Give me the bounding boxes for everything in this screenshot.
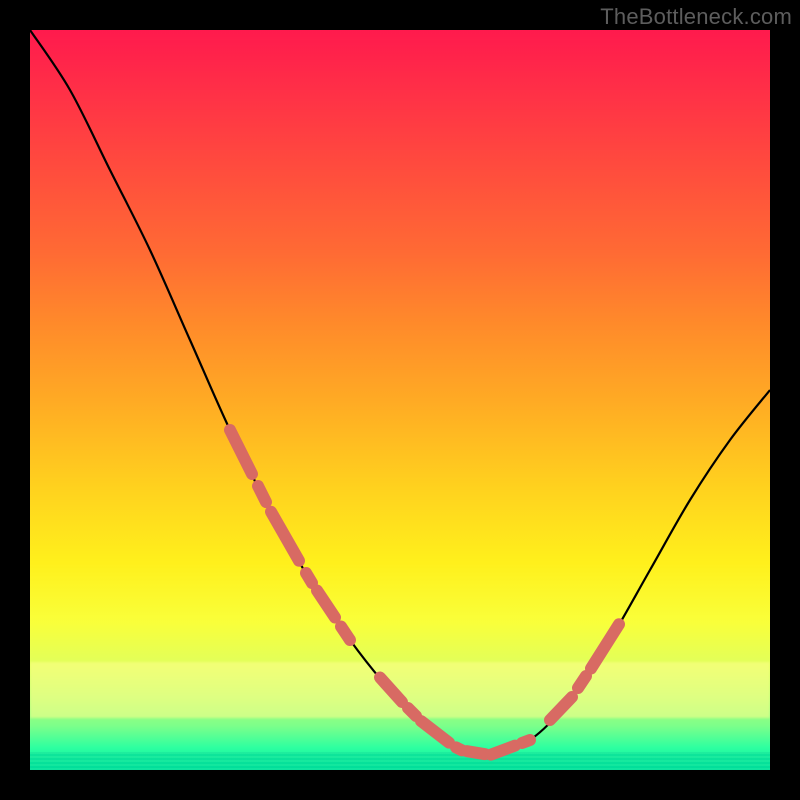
bottleneck-curve-svg bbox=[30, 30, 770, 770]
highlight-dash bbox=[522, 740, 530, 743]
highlight-dash bbox=[306, 573, 312, 583]
highlight-dash bbox=[230, 430, 252, 474]
highlight-dash bbox=[456, 747, 462, 750]
highlight-dots-group bbox=[230, 430, 619, 755]
highlight-dash bbox=[591, 624, 619, 668]
plot-area bbox=[30, 30, 770, 770]
highlight-dash bbox=[421, 721, 449, 743]
highlight-dash bbox=[491, 746, 515, 755]
highlight-dash bbox=[271, 512, 299, 561]
highlight-dash bbox=[467, 751, 485, 754]
bottleneck-curve bbox=[30, 30, 770, 756]
highlight-dash bbox=[258, 486, 266, 502]
highlight-dash bbox=[578, 676, 586, 688]
highlight-dash bbox=[408, 708, 416, 716]
watermark-text: TheBottleneck.com bbox=[600, 4, 792, 30]
highlight-dash bbox=[380, 678, 402, 703]
chart-frame: TheBottleneck.com bbox=[0, 0, 800, 800]
highlight-dash bbox=[550, 697, 572, 720]
highlight-dash bbox=[317, 591, 335, 618]
highlight-dash bbox=[341, 627, 350, 641]
